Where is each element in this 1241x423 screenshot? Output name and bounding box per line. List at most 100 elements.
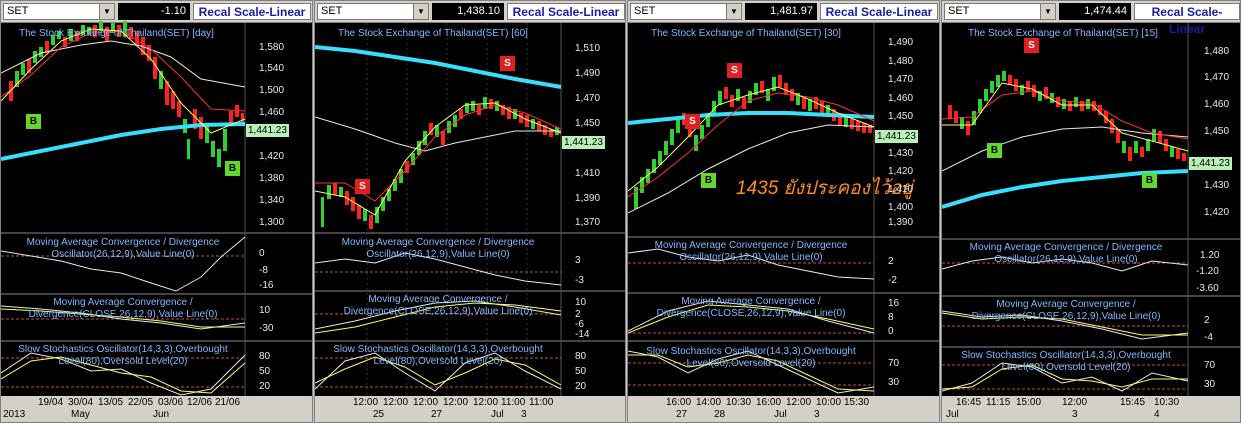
macd2-tick: 0 [888,326,894,337]
last-price-tag: 1,441.23 [246,124,289,137]
stoch-title: Slow Stochastics Oscillator(14,3,3),Over… [18,344,228,367]
macd-tick: -16 [259,280,274,291]
price-tick: 1,470 [1204,72,1230,83]
sell-marker: S [500,56,515,71]
stoch-tick: 20 [259,381,271,392]
time-tick: Jul [774,409,787,420]
time-tick: 3 [814,409,820,420]
last-price-tag: 1,441.23 [875,130,918,143]
price-tick: 1,430 [888,148,914,159]
chart-pane-30[interactable]: SET ▼ 1,481.97 Recal Scale-Linear The St… [627,0,940,423]
time-tick: 27 [676,409,688,420]
price-tick: 1,300 [259,217,285,228]
price-tick: 1,470 [575,93,601,104]
last-price-tag: 1,441.23 [1189,157,1232,170]
chart-pane-60[interactable]: SET ▼ 1,438.10 Recal Scale-Linear The St… [314,0,626,423]
price-tick: 1,380 [259,173,285,184]
stoch-title: Slow Stochastics Oscillator(14,3,3),Over… [961,350,1171,373]
stoch-tick: 50 [259,366,271,377]
stoch-tick: 70 [888,358,900,369]
time-tick: 25 [373,409,385,420]
time-tick: Jul [491,409,504,420]
buy-marker: B [987,143,1002,158]
macd2-tick: 8 [888,312,894,323]
price-tick: 1,340 [259,195,285,206]
price-tick: 1,420 [259,151,285,162]
time-tick: 11:00 [501,397,526,408]
time-tick: May [71,409,90,420]
time-tick: Jun [153,409,170,420]
time-tick: 11:15 [986,397,1011,408]
time-tick: 14:00 [696,397,722,408]
macd-tick: -3.60 [1196,283,1219,294]
time-tick: 2013 [3,409,26,420]
chart-workspace: SET ▼ -1.10 Recal Scale-Linear The Stock… [0,0,1241,423]
chart-title: The Stock Exchange of Thailand(SET) [60] [338,28,528,39]
time-axis: 12:00 12:00 12:00 12:00 12:00 11:00 11:0… [315,396,625,422]
time-tick: 22/05 [128,397,154,408]
time-tick: 12:00 [353,397,379,408]
time-axis: 16:45 11:15 15:00 12:00 15:45 10:30 Jul … [942,396,1240,422]
chart-pane-15[interactable]: SET ▼ 1,474.44 Recal Scale-Linear The St… [941,0,1241,423]
macd-tick: -2 [888,275,897,286]
time-tick: 10:30 [1154,397,1180,408]
price-tick: 1,450 [575,118,601,129]
price-tick: 1,420 [1204,207,1230,218]
time-tick: 3 [1072,409,1078,420]
time-tick: 12:00 [383,397,409,408]
last-price-tag: 1,441.23 [562,136,605,149]
macd-osc-title: Moving Average Convergence / Divergence … [341,237,535,260]
time-tick: 16:00 [756,397,782,408]
time-tick: 28 [714,409,726,420]
time-tick: Jul [946,409,959,420]
macd2-tick: -4 [1204,332,1213,343]
price-tick: 1,580 [259,42,285,53]
stoch-tick: 70 [1204,360,1216,371]
time-tick: 03/06 [158,397,184,408]
buy-marker: B [701,173,716,188]
time-tick: 4 [1154,409,1160,420]
time-tick: 12:00 [443,397,469,408]
price-tick: 1,500 [259,85,285,96]
time-tick: 10:30 [726,397,752,408]
macd2-tick: 10 [575,297,587,308]
time-tick: 15:00 [1016,397,1042,408]
time-tick: 15:30 [844,397,870,408]
macd2-tick: 2 [1204,315,1210,326]
macd-title: Moving Average Convergence / Divergence(… [28,297,218,320]
price-tick: 1,540 [259,63,285,74]
price-tick: 1,460 [1204,99,1230,110]
time-tick: 10:00 [816,397,842,408]
time-tick: 16:45 [956,397,982,408]
price-tick: 1,460 [888,93,914,104]
sell-marker: S [355,179,370,194]
chart-title: The Stock Exchange of Thailand(SET) [15] [968,28,1158,39]
stoch-title: Slow Stochastics Oscillator(14,3,3),Over… [333,344,543,367]
time-tick: 3 [521,409,527,420]
stoch-tick: 30 [1204,379,1216,390]
macd-title: Moving Average Convergence / Divergence(… [656,296,846,319]
price-tick: 1,420 [888,166,914,177]
time-axis: 19/04 30/04 13/05 22/05 03/06 12/06 21/0… [1,396,312,422]
time-tick: 13/05 [98,397,124,408]
price-tick: 1,450 [1204,126,1230,137]
time-tick: 21/06 [215,397,241,408]
time-tick: 19/04 [38,397,64,408]
buy-marker: B [1142,173,1157,188]
chart-title: The Stock Exchange of Thailand(SET) [30] [651,28,841,39]
macd-tick: 3 [575,255,581,266]
macd2-tick: -14 [575,329,590,340]
time-tick: 11:00 [529,397,554,408]
time-tick: 27 [431,409,443,420]
price-tick: 1,480 [1204,46,1230,57]
buy-marker: B [26,114,41,129]
macd2-tick: 16 [888,298,900,309]
stoch-title: Slow Stochastics Oscillator(14,3,3),Over… [646,346,856,369]
price-tick: 1,410 [575,168,601,179]
time-tick: 12:00 [413,397,439,408]
macd-title: Moving Average Convergence / Divergence(… [343,294,533,317]
macd-osc-title: Moving Average Convergence / Divergence … [26,237,220,260]
price-tick: 1,490 [888,37,914,48]
chart-pane-day[interactable]: SET ▼ -1.10 Recal Scale-Linear The Stock… [0,0,313,423]
price-tick: 1,370 [575,217,601,228]
